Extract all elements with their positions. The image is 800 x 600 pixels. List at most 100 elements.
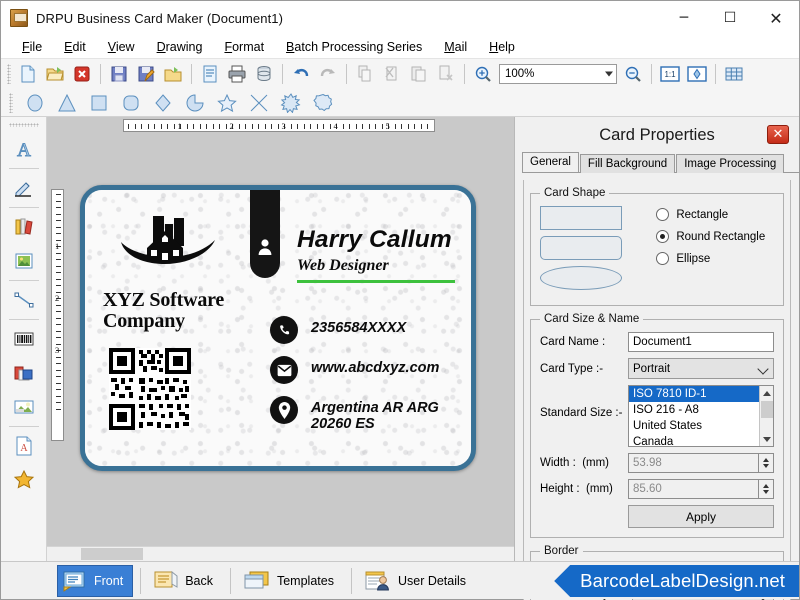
canvas-area[interactable]: 12345 123: [47, 117, 514, 561]
left-strip-grip[interactable]: [9, 123, 39, 127]
canvas-horizontal-scrollbar[interactable]: [47, 546, 514, 561]
business-card-preview[interactable]: XYZ Software Company: [80, 185, 476, 471]
radio-ellipse[interactable]: Ellipse: [656, 252, 765, 265]
menu-help[interactable]: Help: [478, 37, 526, 57]
image-tool-icon[interactable]: [7, 244, 41, 278]
watermark-tool-icon[interactable]: A: [7, 429, 41, 463]
delete-icon[interactable]: [433, 61, 459, 87]
line-tool-icon[interactable]: [7, 283, 41, 317]
shape-preview-ellipse[interactable]: [540, 266, 622, 290]
star-tool-icon[interactable]: [7, 463, 41, 497]
round-rectangle-shape-icon[interactable]: [118, 90, 144, 116]
zoom-level-combobox[interactable]: 100%: [499, 64, 617, 84]
menu-drawing[interactable]: Drawing: [146, 37, 214, 57]
standard-size-option-canada[interactable]: Canada: [629, 434, 773, 447]
card-name-input[interactable]: Document1: [628, 332, 774, 352]
menu-batch-processing-series[interactable]: Batch Processing Series: [275, 37, 433, 57]
card-type-combobox[interactable]: Portrait: [628, 358, 774, 379]
user-details-icon: [364, 569, 392, 593]
bottom-tab-templates[interactable]: Templates: [238, 565, 344, 597]
shape-preview-rectangle[interactable]: [540, 206, 622, 230]
radio-rectangle[interactable]: Rectangle: [656, 208, 765, 221]
width-spinner[interactable]: [759, 453, 774, 473]
star-shape-icon[interactable]: [214, 90, 240, 116]
fit-page-icon[interactable]: [684, 61, 710, 87]
bottom-tab-user-details[interactable]: User Details: [359, 565, 476, 597]
ruler-tick: [427, 124, 428, 129]
standard-size-listbox[interactable]: ISO 7810 ID-1 ISO 216 - A8 United States…: [628, 385, 774, 447]
copy-icon[interactable]: [352, 61, 378, 87]
tab-image-processing[interactable]: Image Processing: [676, 154, 784, 173]
minimize-button[interactable]: ─: [661, 1, 707, 35]
layers-tool-icon[interactable]: [7, 356, 41, 390]
menu-mail[interactable]: Mail: [433, 37, 478, 57]
listbox-scroll-up-button[interactable]: [760, 386, 773, 400]
actual-size-icon[interactable]: 1:1: [657, 61, 683, 87]
height-input[interactable]: 85.60: [628, 479, 759, 499]
diamond-shape-icon[interactable]: [150, 90, 176, 116]
close-button[interactable]: ✕: [753, 1, 799, 35]
paste-icon[interactable]: [406, 61, 432, 87]
standard-size-option-iso7810[interactable]: ISO 7810 ID-1: [629, 386, 773, 402]
ellipse-shape-icon[interactable]: [22, 90, 48, 116]
undo-icon[interactable]: [288, 61, 314, 87]
save-icon[interactable]: [106, 61, 132, 87]
starburst-shape-icon[interactable]: [278, 90, 304, 116]
properties-close-button[interactable]: ✕: [767, 125, 789, 144]
ruler-tick: [56, 318, 61, 319]
print-icon[interactable]: [224, 61, 250, 87]
database-icon[interactable]: [251, 61, 277, 87]
signature-tool-icon[interactable]: [7, 171, 41, 205]
shapes-toolbar-grip[interactable]: [9, 93, 13, 113]
shape-preview-round-rectangle[interactable]: [540, 236, 622, 260]
ruler-tick: [56, 337, 61, 338]
page-setup-icon[interactable]: [197, 61, 223, 87]
apply-button[interactable]: Apply: [628, 505, 774, 528]
height-spinner[interactable]: [759, 479, 774, 499]
radio-round-rectangle[interactable]: Round Rectangle: [656, 230, 765, 243]
maximize-button[interactable]: ☐: [707, 1, 753, 35]
save-as-icon[interactable]: [133, 61, 159, 87]
ruler-tick: [291, 124, 292, 129]
horizontal-ruler-track: 12345: [123, 119, 435, 132]
listbox-scroll-down-button[interactable]: [760, 432, 774, 446]
listbox-scroll-thumb[interactable]: [761, 401, 773, 418]
text-tool-icon[interactable]: A: [7, 132, 41, 166]
bottom-tab-back[interactable]: Back: [148, 565, 223, 597]
menu-mail-rest: ail: [455, 40, 468, 54]
new-document-icon[interactable]: [15, 61, 41, 87]
toolbar-grip[interactable]: [7, 64, 11, 84]
barcode-tool-icon[interactable]: [7, 322, 41, 356]
width-input[interactable]: 53.98: [628, 453, 759, 473]
menu-edit[interactable]: Edit: [53, 37, 97, 57]
ruler-tick: [56, 279, 61, 280]
seal-shape-icon[interactable]: [310, 90, 336, 116]
cut-icon[interactable]: [379, 61, 405, 87]
barcode-library-icon[interactable]: [7, 210, 41, 244]
grid-icon[interactable]: [721, 61, 747, 87]
menu-view[interactable]: View: [97, 37, 146, 57]
standard-size-option-united-states[interactable]: United States: [629, 418, 773, 434]
card-address-text: Argentina AR ARG 20260 ES: [311, 396, 471, 432]
redo-icon[interactable]: [315, 61, 341, 87]
close-document-icon[interactable]: [69, 61, 95, 87]
tab-fill-background[interactable]: Fill Background: [580, 154, 675, 173]
standard-size-option-isoa8[interactable]: ISO 216 - A8: [629, 402, 773, 418]
triangle-shape-icon[interactable]: [54, 90, 80, 116]
scrollbar-thumb[interactable]: [81, 548, 143, 560]
pie-shape-icon[interactable]: [182, 90, 208, 116]
menu-format[interactable]: Format: [213, 37, 275, 57]
four-point-star-shape-icon[interactable]: [246, 90, 272, 116]
export-icon[interactable]: [160, 61, 186, 87]
bottom-tab-front[interactable]: Front: [57, 565, 133, 597]
tab-general[interactable]: General: [522, 152, 579, 172]
ruler-tick: [187, 124, 188, 129]
svg-text:1:1: 1:1: [664, 70, 676, 79]
picture-tool-icon[interactable]: [7, 390, 41, 424]
menu-file[interactable]: File: [11, 37, 53, 57]
open-folder-icon[interactable]: [42, 61, 68, 87]
zoom-out-icon[interactable]: [620, 61, 646, 87]
rectangle-shape-icon[interactable]: [86, 90, 112, 116]
zoom-in-icon[interactable]: [470, 61, 496, 87]
listbox-scrollbar[interactable]: [759, 386, 773, 446]
